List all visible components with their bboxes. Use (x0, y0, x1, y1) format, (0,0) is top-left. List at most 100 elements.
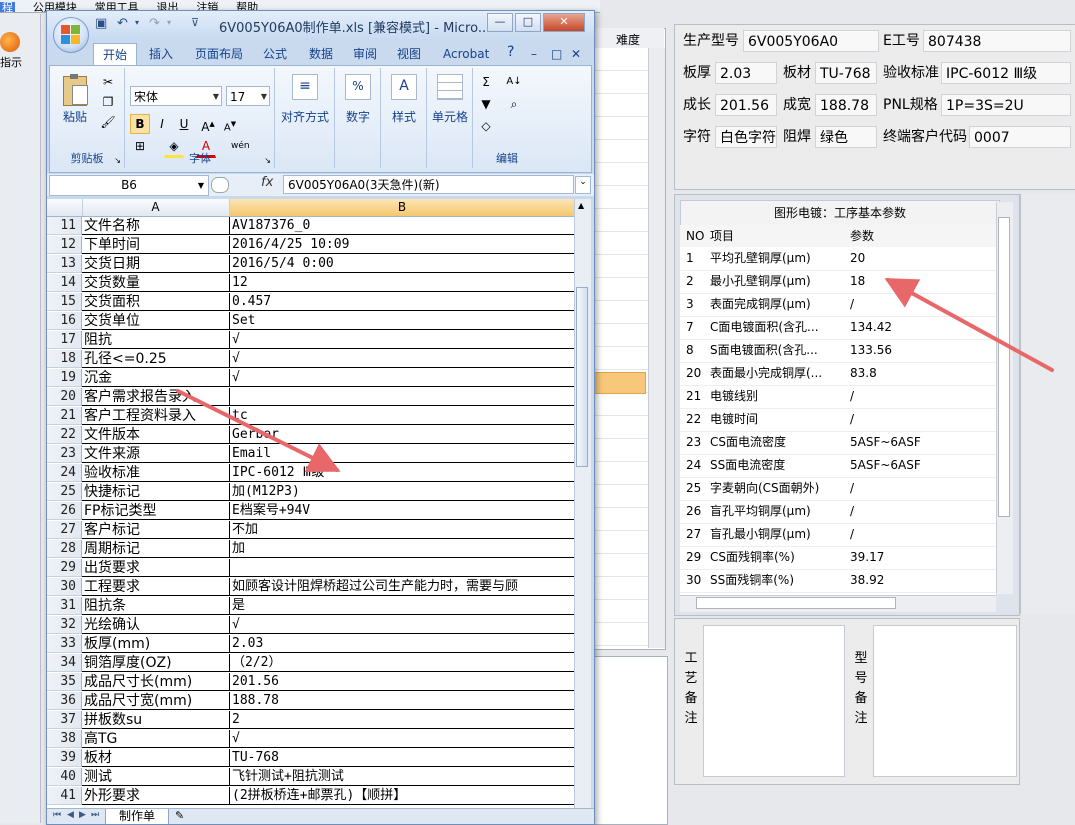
name-box[interactable]: B6 ▼ (49, 175, 209, 196)
cell-b[interactable]: √ (230, 369, 574, 387)
cell-b[interactable]: √ (230, 350, 574, 368)
cell-b[interactable]: 2016/4/25 10:09 (230, 236, 574, 254)
first-sheet-icon[interactable]: ⏮ (53, 810, 61, 820)
formula-input[interactable]: 6V005Y06A0(3天急件)(新) (283, 175, 574, 194)
cell-b[interactable]: 2.03 (230, 635, 574, 653)
cell-a[interactable]: 成品尺寸长(mm) (82, 673, 230, 691)
bold-button[interactable]: B (130, 114, 150, 134)
restore-button[interactable]: □ (515, 13, 541, 32)
cell-a[interactable]: 板材 (82, 749, 230, 767)
cell-b[interactable]: TU-768 (230, 749, 574, 767)
scroll-up-icon[interactable]: ▲ (578, 201, 584, 210)
cell-a[interactable]: 下单时间 (82, 236, 230, 254)
cell-b[interactable]: 2016/5/4 0:00 (230, 255, 574, 273)
sort-filter-icon[interactable]: A↓ (504, 72, 524, 92)
insert-function-icon[interactable]: fx (261, 175, 273, 190)
params-row[interactable]: 3 表面完成铜厚(μm) / (680, 293, 996, 317)
row-header[interactable]: 34 (47, 654, 82, 672)
cell-b[interactable]: tc (230, 407, 574, 425)
row-header[interactable]: 29 (47, 559, 82, 577)
product-model-field[interactable]: 6V005Y06A0 (743, 30, 879, 52)
params-row[interactable]: 2 最小孔壁铜厚(μm) 18 (680, 270, 996, 294)
row-header[interactable]: 36 (47, 692, 82, 710)
cell-b[interactable]: Set (230, 312, 574, 330)
no-column-header[interactable]: NO (686, 225, 704, 247)
row-header[interactable]: 16 (47, 312, 82, 330)
params-row[interactable]: 7 C面电镀面积(含孔... 134.42 (680, 316, 996, 340)
underline-button[interactable]: U (174, 114, 194, 134)
cell-b[interactable]: 是 (230, 597, 574, 615)
alignment-button[interactable]: ≡ 对齐方式 (280, 72, 330, 142)
cell-a[interactable]: 客户标记 (82, 521, 230, 539)
row-header[interactable]: 33 (47, 635, 82, 653)
params-scroll-thumb[interactable] (998, 217, 1010, 517)
row-header[interactable]: 27 (47, 521, 82, 539)
row-header[interactable]: 40 (47, 768, 82, 786)
undo-dropdown-icon[interactable]: ▾ (135, 18, 139, 27)
cell-b[interactable]: 188.78 (230, 692, 574, 710)
cell-a[interactable]: 阻抗 (82, 331, 230, 349)
cell-b[interactable]: AV187376_0 (230, 217, 574, 235)
cell-b[interactable]: IPC-6012 Ⅲ级 (230, 464, 574, 482)
params-row[interactable]: 20 表面最小完成铜厚(... 83.8 (680, 362, 996, 386)
row-header[interactable]: 18 (47, 350, 82, 368)
params-row[interactable]: 26 盲孔平均铜厚(μm) / (680, 500, 996, 524)
cell-b[interactable]: 12 (230, 274, 574, 292)
tab-review[interactable]: 审阅 (353, 45, 377, 63)
tab-data[interactable]: 数据 (309, 45, 333, 63)
cell-b[interactable]: 飞针测试+阻抗测试 (230, 768, 574, 786)
row-header[interactable]: 15 (47, 293, 82, 311)
cell-a[interactable]: 外形要求 (82, 787, 230, 805)
cell-a[interactable]: 测试 (82, 768, 230, 786)
dialog-launcher-icon[interactable]: ↘ (264, 156, 271, 165)
cell-a[interactable]: 铜箔厚度(OZ) (82, 654, 230, 672)
tab-view[interactable]: 视图 (397, 45, 421, 63)
tab-acrobat[interactable]: Acrobat (443, 45, 489, 63)
row-header[interactable]: 20 (47, 388, 82, 406)
redo-dropdown-icon[interactable]: ▾ (167, 18, 171, 27)
finished-length-field[interactable]: 201.56 (715, 94, 777, 116)
next-sheet-icon[interactable]: ▶ (79, 810, 86, 820)
tab-page-layout[interactable]: 页面布局 (195, 45, 243, 63)
column-a-header[interactable]: A (82, 199, 230, 216)
grow-font-icon[interactable]: A▲ (198, 114, 218, 134)
cell-a[interactable]: 文件版本 (82, 426, 230, 444)
font-name-select[interactable]: 宋体 ▼ (130, 86, 222, 106)
help-icon[interactable]: ? (507, 43, 514, 61)
close-button[interactable]: ✕ (543, 13, 585, 32)
row-header[interactable]: 19 (47, 369, 82, 387)
copy-icon[interactable]: ❐ (98, 92, 118, 112)
cell-a[interactable]: 成品尺寸宽(mm) (82, 692, 230, 710)
cell-a[interactable]: 工程要求 (82, 578, 230, 596)
cell-a[interactable]: 光绘确认 (82, 616, 230, 634)
e-work-no-field[interactable]: 807438 (923, 30, 1071, 52)
row-header[interactable]: 24 (47, 464, 82, 482)
guide-button[interactable]: 指示 (0, 32, 26, 76)
row-header[interactable]: 22 (47, 426, 82, 444)
cell-b[interactable]: Email (230, 445, 574, 463)
cell-b[interactable]: 不加 (230, 521, 574, 539)
cell-b[interactable]: 加(M12P3) (230, 483, 574, 501)
item-column-header[interactable]: 项目 (710, 225, 734, 247)
cell-a[interactable]: 交货单位 (82, 312, 230, 330)
cell-a[interactable]: 高TG (82, 730, 230, 748)
legend-field[interactable]: 白色字符 (715, 126, 777, 148)
value-column-header[interactable]: 参数 (850, 225, 874, 247)
cell-b[interactable]: 加 (230, 540, 574, 558)
row-header[interactable]: 17 (47, 331, 82, 349)
cell-a[interactable]: 交货数量 (82, 274, 230, 292)
row-header[interactable]: 32 (47, 616, 82, 634)
cell-a[interactable]: 文件来源 (82, 445, 230, 463)
cells-button[interactable]: 单元格 (430, 72, 470, 142)
cell-b[interactable] (230, 559, 574, 577)
cell-b[interactable]: Gerber (230, 426, 574, 444)
cell-b[interactable]: 如顾客设计阻焊桥超过公司生产能力时，需要与顾 (230, 578, 574, 596)
cell-a[interactable]: 客户工程资料录入 (82, 407, 230, 425)
font-size-select[interactable]: 17 ▼ (226, 86, 270, 106)
autosum-icon[interactable]: Σ (476, 72, 496, 92)
row-header[interactable]: 37 (47, 711, 82, 729)
row-header[interactable]: 28 (47, 540, 82, 558)
params-row[interactable]: 27 盲孔最小铜厚(μm) / (680, 523, 996, 547)
save-icon[interactable]: ▣ (95, 16, 107, 31)
board-thickness-field[interactable]: 2.03 (715, 62, 777, 84)
